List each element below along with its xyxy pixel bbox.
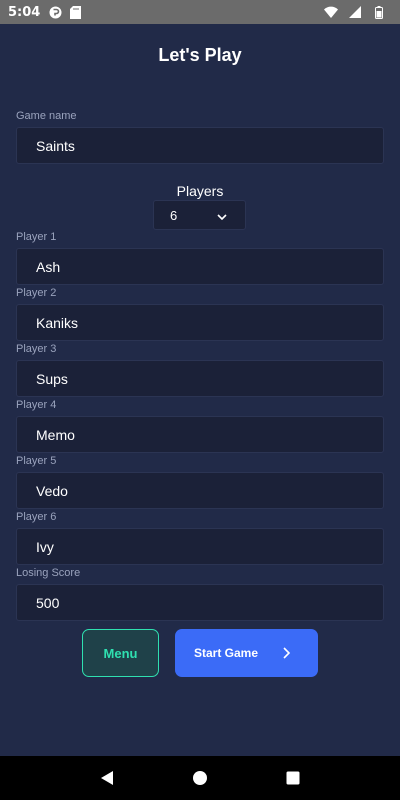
players-count-value: 6 bbox=[170, 207, 178, 223]
player-3-input[interactable]: Sups bbox=[16, 360, 384, 397]
notification-icon bbox=[48, 5, 62, 19]
player-1-input[interactable]: Ash bbox=[16, 248, 384, 285]
player-5-label: Player 5 bbox=[16, 455, 57, 467]
losing-score-label: Losing Score bbox=[16, 567, 81, 579]
player-2-label: Player 2 bbox=[16, 287, 57, 299]
back-icon[interactable] bbox=[95, 766, 119, 790]
battery-icon bbox=[372, 5, 386, 19]
cellular-icon bbox=[348, 5, 362, 19]
status-bar: 5:04 bbox=[0, 0, 400, 24]
players-label: Players bbox=[176, 183, 224, 199]
player-4-label: Player 4 bbox=[16, 399, 57, 411]
chevron-right-icon bbox=[280, 644, 294, 662]
players-count-select[interactable]: 6 bbox=[153, 200, 246, 230]
menu-button[interactable]: Menu bbox=[82, 629, 159, 677]
player-3-label: Player 3 bbox=[16, 343, 57, 355]
chevron-down-icon bbox=[217, 208, 227, 223]
losing-score-input[interactable]: 500 bbox=[16, 584, 384, 621]
player-5-input[interactable]: Vedo bbox=[16, 472, 384, 509]
player-6-label: Player 6 bbox=[16, 511, 57, 523]
wifi-icon bbox=[324, 5, 338, 19]
sd-card-icon bbox=[68, 5, 82, 19]
status-time: 5:04 bbox=[8, 4, 41, 20]
start-game-button[interactable]: Start Game bbox=[175, 629, 318, 677]
page-title: Let's Play bbox=[158, 45, 242, 65]
menu-button-label: Menu bbox=[103, 645, 138, 661]
start-game-button-label: Start Game bbox=[194, 646, 259, 660]
app-screen: Let's Play Game name Saints Players 6 Pl… bbox=[0, 24, 400, 756]
home-icon[interactable] bbox=[188, 766, 212, 790]
player-1-label: Player 1 bbox=[16, 231, 57, 243]
game-name-input[interactable]: Saints bbox=[16, 127, 384, 164]
navigation-bar bbox=[0, 756, 400, 800]
player-6-input[interactable]: Ivy bbox=[16, 528, 384, 565]
player-2-input[interactable]: Kaniks bbox=[16, 304, 384, 341]
player-4-input[interactable]: Memo bbox=[16, 416, 384, 453]
game-name-label: Game name bbox=[16, 110, 77, 122]
recents-icon[interactable] bbox=[281, 766, 305, 790]
